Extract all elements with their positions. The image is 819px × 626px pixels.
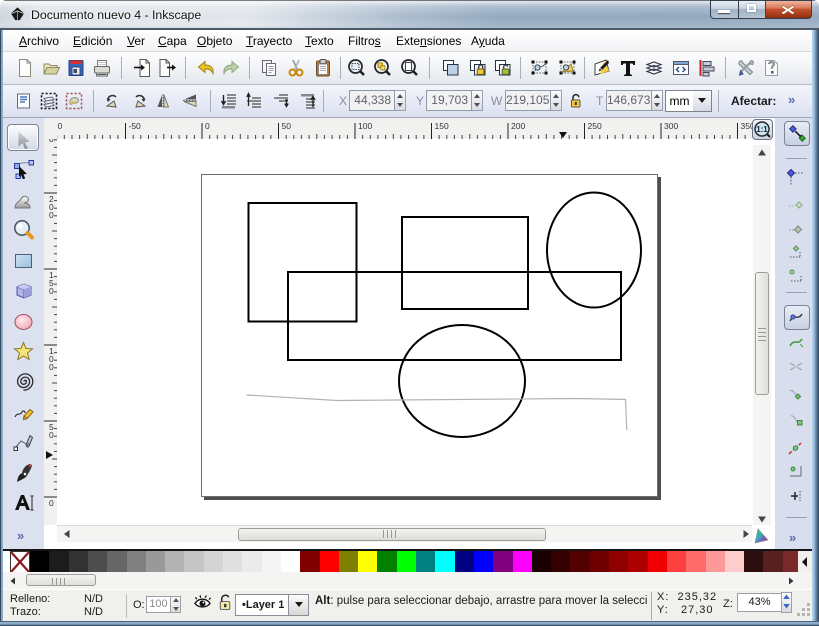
svg-text:0: 0 — [49, 139, 54, 144]
svg-text:300: 300 — [664, 121, 678, 131]
svg-text:100: 100 — [358, 121, 372, 131]
svg-text:1:1: 1:1 — [756, 125, 768, 134]
svg-text:-50: -50 — [129, 121, 142, 131]
svg-text:150: 150 — [435, 121, 449, 131]
svg-text:350: 350 — [741, 121, 753, 131]
svg-text:0: 0 — [49, 430, 54, 440]
svg-text:0: 0 — [49, 210, 54, 220]
svg-text:50: 50 — [282, 121, 292, 131]
svg-text:0: 0 — [49, 498, 54, 508]
svg-text:0: 0 — [58, 121, 63, 131]
svg-text:0: 0 — [49, 362, 54, 372]
svg-text:250: 250 — [588, 121, 602, 131]
svg-text:0: 0 — [205, 121, 210, 131]
svg-text:200: 200 — [511, 121, 525, 131]
svg-text:0: 0 — [49, 286, 54, 296]
